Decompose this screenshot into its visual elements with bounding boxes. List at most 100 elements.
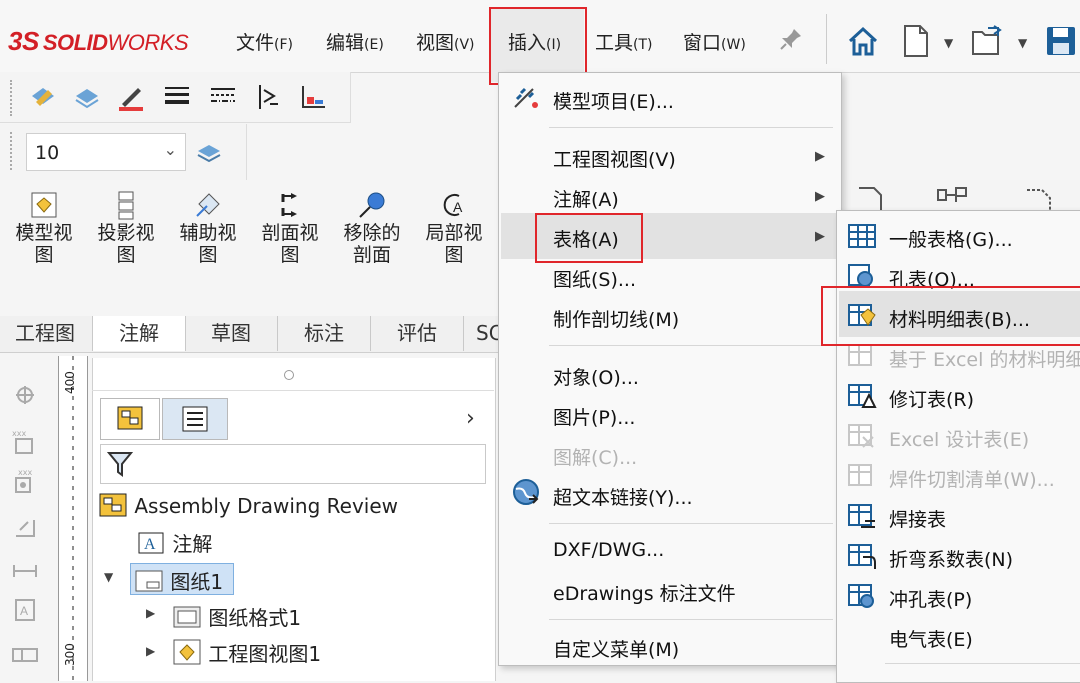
balloon-icon[interactable]: [10, 640, 40, 674]
punch-table-icon: [848, 584, 874, 608]
submenu-item-punch-table[interactable]: 冲孔表(P): [889, 585, 972, 612]
submenu-item-weld-table[interactable]: 焊接表: [889, 505, 946, 532]
tree-item-root[interactable]: Assembly Drawing Review: [98, 492, 398, 518]
expand-arrow-icon[interactable]: ▶: [146, 644, 155, 658]
chevron-right-icon[interactable]: ›: [466, 406, 475, 431]
submenu-arrow-icon: ▶: [815, 189, 825, 204]
tree-item-annotations[interactable]: A 注解: [136, 528, 212, 557]
submenu-arrow-icon: ▶: [815, 229, 825, 244]
note-icon[interactable]: A: [10, 596, 40, 630]
menu-separator: [885, 663, 1080, 664]
menu-item-hyperlink[interactable]: 超文本链接(Y)...: [553, 483, 693, 510]
property-manager-tab[interactable]: [162, 398, 228, 440]
menu-item-picture[interactable]: 图片(P)...: [553, 403, 635, 430]
menu-item-sheet[interactable]: 图纸(S)...: [553, 265, 636, 292]
drawing-document-icon: [99, 493, 127, 517]
tree-item-sheet-format[interactable]: 图纸格式1: [172, 602, 301, 631]
new-dropdown-arrow-icon[interactable]: ▼: [944, 36, 953, 50]
tab-annotation[interactable]: 注解: [92, 316, 186, 351]
svg-text:xxx: xxx: [18, 468, 32, 477]
tree-item-drawing-view[interactable]: 工程图视图1: [172, 638, 321, 667]
submenu-item-excel-bom: 基于 Excel 的材料明细: [889, 349, 1080, 371]
chamfer-dimension-icon[interactable]: [10, 556, 40, 590]
menu-item-annotation[interactable]: 注解(A): [553, 185, 619, 212]
menu-item-model-items[interactable]: 模型项目(E)...: [553, 87, 674, 114]
menu-view[interactable]: 视图(V): [416, 28, 475, 55]
menu-item-cutting-line[interactable]: 制作剖切线(M): [553, 305, 679, 332]
projected-view-button[interactable]: 投影视图: [90, 190, 162, 266]
detail-view-icon: A: [443, 194, 463, 216]
save-icon[interactable]: [1044, 24, 1078, 62]
open-folder-icon[interactable]: [970, 24, 1004, 62]
chevron-down-icon: ⌄: [163, 140, 177, 159]
layer-paint-icon[interactable]: [26, 80, 60, 114]
detail-view-button[interactable]: A 局部视图: [418, 190, 490, 266]
weld-table-icon: [848, 504, 875, 528]
tab-sketch[interactable]: 草图: [185, 316, 278, 351]
insert-dropdown-menu: 模型项目(E)... 工程图视图(V) ▶ 注解(A) ▶ 表格(A) ▶ 图纸…: [498, 72, 842, 666]
menu-edit[interactable]: 编辑(E): [326, 28, 384, 55]
auxiliary-view-button[interactable]: 辅助视图: [172, 190, 244, 266]
filter-input[interactable]: [100, 444, 486, 484]
line-style-icon[interactable]: [206, 80, 240, 114]
panel-handle[interactable]: [284, 370, 294, 380]
home-icon[interactable]: [846, 24, 880, 62]
model-view-button[interactable]: 模型视图: [8, 190, 80, 266]
submenu-item-general-table[interactable]: 一般表格(G)...: [889, 225, 1013, 252]
menu-item-table[interactable]: 表格(A): [553, 225, 619, 252]
menu-item-illustration: 图解(C)...: [553, 447, 638, 469]
tab-drawing[interactable]: 工程图: [0, 316, 90, 351]
line-color-icon[interactable]: [114, 80, 148, 114]
submenu-item-revision-table[interactable]: 修订表(R): [889, 385, 974, 412]
excel-bom-icon: [848, 344, 872, 366]
revision-table-icon: [848, 384, 877, 408]
layer-properties-icon[interactable]: [70, 80, 104, 114]
menu-file[interactable]: 文件(F): [236, 28, 293, 55]
submenu-item-electrical-table[interactable]: 电气表(E): [889, 625, 973, 652]
tree-item-sheet[interactable]: 图纸1: [134, 566, 223, 595]
expand-arrow-icon[interactable]: ▶: [146, 606, 155, 620]
tab-evaluate[interactable]: 评估: [371, 316, 464, 351]
filter-icon: [107, 452, 133, 477]
general-table-icon: [848, 224, 876, 248]
menu-item-dxf-dwg[interactable]: DXF/DWG...: [553, 539, 664, 561]
vertical-ruler: 400 300: [58, 356, 88, 681]
line-thickness-icon[interactable]: [160, 80, 194, 114]
ruler-label-300: 300: [63, 643, 77, 666]
smart-dimension-icon[interactable]: [10, 380, 40, 414]
menu-item-customize-menu[interactable]: 自定义菜单(M): [553, 635, 679, 662]
property-list-icon: [182, 406, 208, 432]
pin-icon[interactable]: [778, 26, 804, 56]
ruler-label-400: 400: [63, 371, 77, 394]
projected-view-icon: [118, 191, 134, 220]
removed-section-icon: [359, 192, 385, 218]
layer-icon[interactable]: [192, 136, 226, 170]
auxiliary-view-icon: [196, 193, 220, 217]
removed-section-button[interactable]: 移除的 剖面: [336, 190, 408, 266]
menu-item-drawing-view[interactable]: 工程图视图(V): [553, 145, 676, 172]
vertical-dimension-icon[interactable]: xxx: [10, 466, 40, 500]
toolbar-grip[interactable]: [10, 80, 18, 116]
menu-insert[interactable]: 插入(I): [508, 28, 561, 55]
tab-dimension[interactable]: 标注: [278, 316, 371, 351]
menu-window[interactable]: 窗口(W): [683, 28, 746, 55]
scale-select[interactable]: 10 ⌄: [26, 133, 186, 171]
new-document-icon[interactable]: [902, 24, 930, 62]
open-dropdown-arrow-icon[interactable]: ▼: [1018, 36, 1027, 50]
expand-arrow-icon[interactable]: ▼: [104, 570, 113, 584]
toolbar-grip[interactable]: [10, 132, 18, 170]
color-display-mode-icon[interactable]: [296, 80, 330, 114]
hide-show-edges-icon[interactable]: [250, 80, 284, 114]
sheet-format-icon: [173, 606, 201, 628]
feature-manager-tab[interactable]: [100, 398, 160, 440]
horizontal-dimension-icon[interactable]: xxx: [10, 426, 40, 460]
menu-item-edrawings[interactable]: eDrawings 标注文件: [553, 579, 736, 606]
ordinate-dimension-icon[interactable]: [10, 512, 40, 546]
menu-tools[interactable]: 工具(T): [595, 28, 653, 55]
section-view-button[interactable]: 剖面视图: [254, 190, 326, 266]
command-manager-tabs: 工程图 注解 草图 标注 评估 SC: [0, 316, 503, 353]
menu-separator: [549, 523, 833, 524]
submenu-item-bend-table[interactable]: 折弯系数表(N): [889, 545, 1013, 572]
excel-design-table-icon: [848, 424, 874, 448]
menu-item-object[interactable]: 对象(O)...: [553, 363, 639, 390]
